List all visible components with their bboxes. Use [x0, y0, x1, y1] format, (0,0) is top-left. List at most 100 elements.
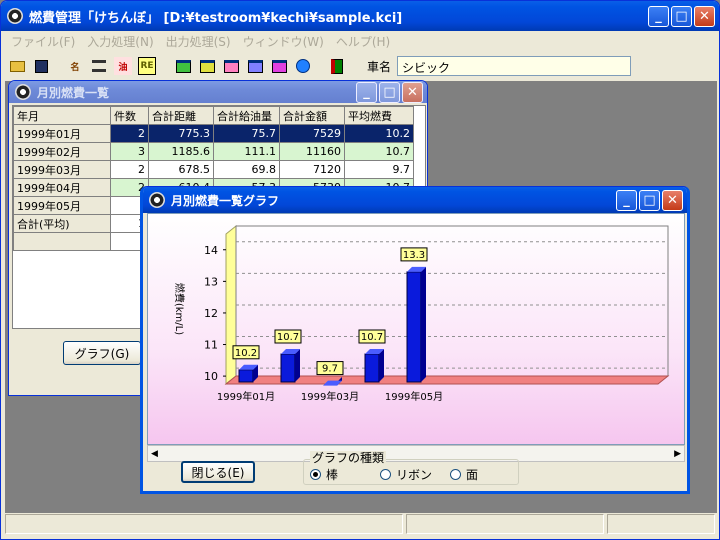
report-icon[interactable]: RE: [138, 57, 156, 75]
y-tick-label: 11: [204, 339, 218, 352]
col-header-avg[interactable]: 平均燃費: [344, 106, 414, 125]
col-header-distance[interactable]: 合計距離: [148, 106, 214, 125]
col-header-fuel[interactable]: 合計給油量: [213, 106, 280, 125]
y-tick-label: 14: [204, 244, 218, 257]
blue-window-icon[interactable]: [246, 57, 264, 75]
row-header: 1999年02月: [13, 142, 111, 161]
row-header: 1999年01月: [13, 124, 111, 143]
toolbar: 名 油 RE 車名 シビック: [5, 53, 715, 79]
table-row[interactable]: 1999年02月 3 1185.6 111.1 11160 10.7: [13, 142, 414, 161]
table-cell[interactable]: 9.7: [344, 160, 414, 179]
minimize-button[interactable]: _: [356, 82, 377, 103]
table-cell[interactable]: 10.7: [344, 142, 414, 161]
table-cell[interactable]: 75.7: [213, 124, 280, 143]
row-header: [13, 232, 111, 251]
col-header-month[interactable]: 年月: [13, 106, 111, 125]
table-cell[interactable]: 1185.6: [148, 142, 214, 161]
data-label: 9.7: [322, 364, 338, 375]
table-cell[interactable]: 775.3: [148, 124, 214, 143]
graph-type-group-label: グラフの種類: [310, 451, 387, 465]
status-pane-2: [406, 514, 604, 534]
radio-ribbon-label: リボン: [396, 468, 433, 482]
graph-button[interactable]: グラフ(G): [63, 341, 141, 365]
menu-input[interactable]: 入力処理(N): [81, 33, 159, 50]
menu-file[interactable]: ファイル(F): [5, 33, 81, 50]
table-cell[interactable]: 7120: [279, 160, 345, 179]
radio-ribbon[interactable]: リボン: [380, 466, 432, 483]
scroll-left-arrow-icon[interactable]: ◀: [148, 449, 161, 459]
col-header-count[interactable]: 件数: [110, 106, 149, 125]
graph-type-group: グラフの種類 棒 リボン 面: [303, 451, 519, 485]
table-row[interactable]: 1999年01月 2 775.3 75.7 7529 10.2: [13, 124, 414, 143]
table-cell[interactable]: 2: [110, 160, 149, 179]
y-tick-label: 13: [204, 275, 218, 288]
close-button[interactable]: ✕: [662, 190, 683, 211]
table-cell[interactable]: 678.5: [148, 160, 214, 179]
radio-bar-indicator[interactable]: [310, 469, 321, 480]
radio-bar[interactable]: 棒: [310, 466, 338, 483]
app-icon: [7, 8, 23, 24]
status-pane-1: [5, 514, 403, 534]
y-axis-label: 燃費(km/L): [173, 283, 186, 335]
open-folder-icon[interactable]: [8, 57, 26, 75]
table-cell[interactable]: 69.8: [213, 160, 280, 179]
scroll-right-arrow-icon[interactable]: ▶: [671, 449, 684, 459]
vehicle-label: 車名: [367, 59, 392, 74]
magenta-window-icon[interactable]: [270, 57, 288, 75]
radio-area-label: 面: [466, 468, 479, 482]
menu-window[interactable]: ウィンドウ(W): [237, 33, 330, 50]
app-icon: [149, 192, 165, 208]
table-row[interactable]: 1999年03月 2 678.5 69.8 7120 9.7: [13, 160, 414, 179]
name-icon[interactable]: 名: [66, 57, 84, 75]
graph-window: 月別燃費一覧グラフ _ □ ✕ 10 11 12 13 14 燃費(km/L) 10.2 10…: [140, 186, 690, 494]
fuel-economy-chart: 10 11 12 13 14 燃費(km/L) 10.2 10.7 9.7 10.7 13.3 199…: [173, 224, 670, 403]
tree-icon[interactable]: [294, 57, 312, 75]
x-tick-label: 1999年01月: [217, 390, 275, 403]
maximize-button[interactable]: □: [671, 6, 692, 27]
graph-button-label: グラフ(G): [74, 346, 130, 361]
yellow-window-icon[interactable]: [198, 57, 216, 75]
bar: [406, 271, 422, 383]
table-cell[interactable]: 3: [110, 142, 149, 161]
fuel-icon[interactable]: 油: [114, 57, 132, 75]
row-header: 1999年04月: [13, 178, 111, 197]
graph-titlebar[interactable]: 月別燃費一覧グラフ _ □ ✕: [143, 187, 687, 213]
row-header: 1999年03月: [13, 160, 111, 179]
main-titlebar[interactable]: 燃費管理「けちんぼ」 [D:¥testroom¥kechi¥sample.kci…: [1, 1, 719, 31]
table-cell[interactable]: 10.2: [344, 124, 414, 143]
table-cell[interactable]: 11160: [279, 142, 345, 161]
chart-side-wall: [225, 224, 237, 386]
radio-ribbon-indicator[interactable]: [380, 469, 391, 480]
table-cell[interactable]: 7529: [279, 124, 345, 143]
monthly-list-title: 月別燃費一覧: [37, 85, 110, 100]
radio-area-indicator[interactable]: [450, 469, 461, 480]
table-cell[interactable]: 111.1: [213, 142, 280, 161]
close-button[interactable]: ✕: [694, 6, 715, 27]
maximize-button[interactable]: □: [639, 190, 660, 211]
exit-icon[interactable]: [328, 57, 346, 75]
radio-area[interactable]: 面: [450, 466, 478, 483]
maximize-button[interactable]: □: [379, 82, 400, 103]
menu-output[interactable]: 出力処理(S): [160, 33, 237, 50]
minimize-button[interactable]: _: [648, 6, 669, 27]
minimize-button[interactable]: _: [616, 190, 637, 211]
pink-window-icon[interactable]: [222, 57, 240, 75]
list-icon[interactable]: [90, 57, 108, 75]
main-title: 燃費管理「けちんぼ」 [D:¥testroom¥kechi¥sample.kci…: [29, 10, 403, 26]
col-header-amount[interactable]: 合計金額: [279, 106, 345, 125]
menu-help[interactable]: ヘルプ(H): [330, 33, 396, 50]
close-graph-button-label: 閉じる(E): [191, 465, 245, 480]
bar: [364, 353, 380, 383]
close-button[interactable]: ✕: [402, 82, 423, 103]
graph-title: 月別燃費一覧グラフ: [171, 193, 280, 208]
green-window-icon[interactable]: [174, 57, 192, 75]
close-graph-button[interactable]: 閉じる(E): [181, 461, 255, 483]
table-cell[interactable]: 2: [110, 124, 149, 143]
bar: [238, 369, 254, 383]
save-icon[interactable]: [32, 57, 50, 75]
bar: [280, 353, 296, 383]
row-header: 合計(平均): [13, 214, 111, 233]
statusbar: [5, 513, 715, 535]
vehicle-name-field[interactable]: シビック: [397, 56, 632, 76]
monthly-list-titlebar[interactable]: 月別燃費一覧 _ □ ✕: [9, 81, 427, 103]
